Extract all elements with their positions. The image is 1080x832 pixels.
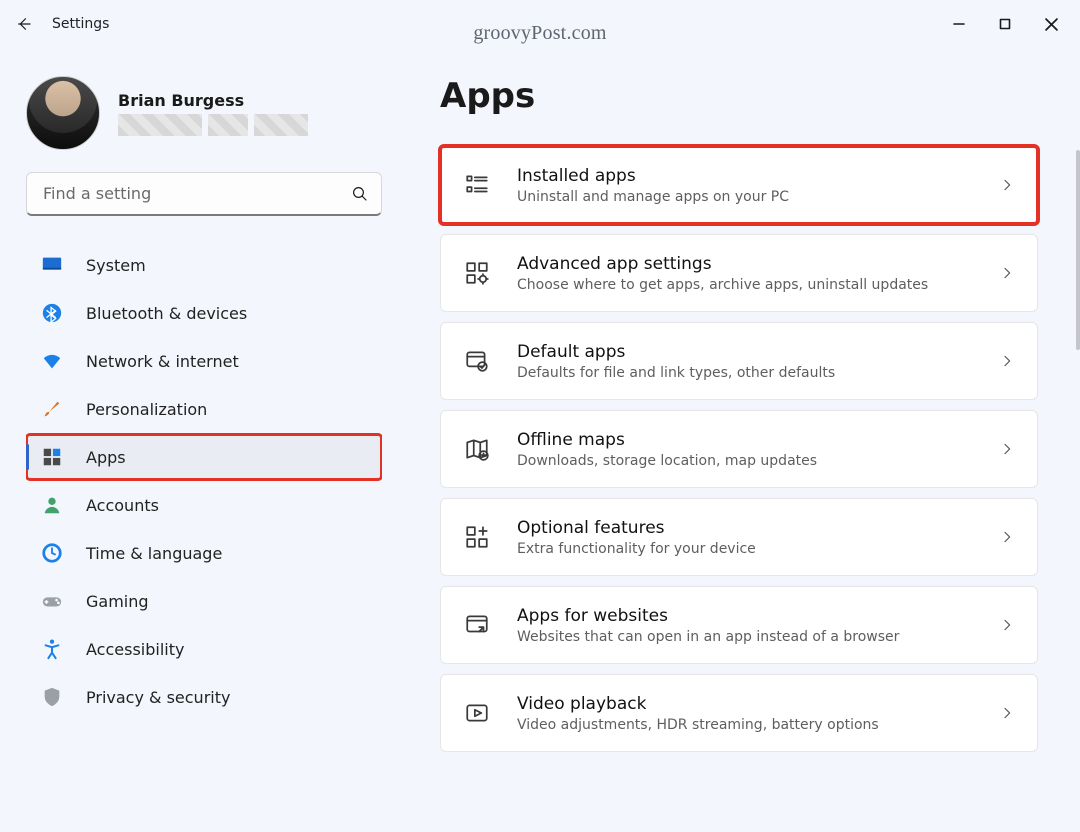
- card-title: Video playback: [517, 694, 973, 714]
- sidebar-item-personalization[interactable]: Personalization: [26, 386, 382, 432]
- video-icon: [463, 699, 491, 727]
- search-box[interactable]: [26, 172, 382, 216]
- window-check-icon: [463, 347, 491, 375]
- map-download-icon: [463, 435, 491, 463]
- accessibility-icon: [40, 637, 64, 661]
- sidebar-item-privacy[interactable]: Privacy & security: [26, 674, 382, 720]
- person-icon: [40, 493, 64, 517]
- card-title: Advanced app settings: [517, 254, 973, 274]
- shield-icon: [40, 685, 64, 709]
- sidebar: Brian Burgess System Bluetooth & devices…: [0, 48, 400, 832]
- card-apps-for-websites[interactable]: Apps for websites Websites that can open…: [440, 586, 1038, 664]
- card-title: Installed apps: [517, 166, 973, 186]
- apps-icon: [40, 445, 64, 469]
- window-link-icon: [463, 611, 491, 639]
- user-header[interactable]: Brian Burgess: [26, 76, 382, 150]
- sidebar-item-accounts[interactable]: Accounts: [26, 482, 382, 528]
- clock-globe-icon: [40, 541, 64, 565]
- search-icon: [351, 185, 369, 203]
- user-name: Brian Burgess: [118, 91, 308, 110]
- wifi-icon: [40, 349, 64, 373]
- card-installed-apps[interactable]: Installed apps Uninstall and manage apps…: [440, 146, 1038, 224]
- card-optional-features[interactable]: Optional features Extra functionality fo…: [440, 498, 1038, 576]
- settings-cards: Installed apps Uninstall and manage apps…: [440, 146, 1046, 752]
- chevron-right-icon: [999, 265, 1015, 281]
- scrollbar[interactable]: [1076, 150, 1080, 350]
- sidebar-item-label: Bluetooth & devices: [86, 304, 247, 323]
- sidebar-item-label: System: [86, 256, 146, 275]
- page-title: Apps: [440, 76, 1046, 116]
- card-title: Default apps: [517, 342, 973, 362]
- card-subtitle: Uninstall and manage apps on your PC: [517, 189, 973, 205]
- bluetooth-icon: [40, 301, 64, 325]
- gamepad-icon: [40, 589, 64, 613]
- sidebar-item-apps[interactable]: Apps: [26, 434, 382, 480]
- sidebar-item-label: Gaming: [86, 592, 149, 611]
- window-title: Settings: [52, 16, 109, 32]
- user-email-redacted: [118, 114, 308, 136]
- display-icon: [40, 253, 64, 277]
- close-button[interactable]: [1028, 8, 1074, 40]
- sidebar-item-label: Accessibility: [86, 640, 184, 659]
- window-controls: [936, 8, 1074, 40]
- sidebar-item-bluetooth[interactable]: Bluetooth & devices: [26, 290, 382, 336]
- minimize-button[interactable]: [936, 8, 982, 40]
- sidebar-item-label: Privacy & security: [86, 688, 230, 707]
- sidebar-item-gaming[interactable]: Gaming: [26, 578, 382, 624]
- card-default-apps[interactable]: Default apps Defaults for file and link …: [440, 322, 1038, 400]
- watermark-text: groovyPost.com: [473, 22, 606, 45]
- avatar: [26, 76, 100, 150]
- content-area: Apps Installed apps Uninstall and manage…: [400, 48, 1080, 832]
- card-subtitle: Downloads, storage location, map updates: [517, 453, 973, 469]
- card-offline-maps[interactable]: Offline maps Downloads, storage location…: [440, 410, 1038, 488]
- card-title: Offline maps: [517, 430, 973, 450]
- list-icon: [463, 171, 491, 199]
- card-title: Optional features: [517, 518, 973, 538]
- card-subtitle: Extra functionality for your device: [517, 541, 973, 557]
- sidebar-item-label: Personalization: [86, 400, 207, 419]
- grid-gear-icon: [463, 259, 491, 287]
- grid-plus-icon: [463, 523, 491, 551]
- maximize-button[interactable]: [982, 8, 1028, 40]
- chevron-right-icon: [999, 353, 1015, 369]
- sidebar-item-system[interactable]: System: [26, 242, 382, 288]
- sidebar-item-time-language[interactable]: Time & language: [26, 530, 382, 576]
- paintbrush-icon: [40, 397, 64, 421]
- chevron-right-icon: [999, 705, 1015, 721]
- card-title: Apps for websites: [517, 606, 973, 626]
- card-video-playback[interactable]: Video playback Video adjustments, HDR st…: [440, 674, 1038, 752]
- card-advanced-app-settings[interactable]: Advanced app settings Choose where to ge…: [440, 234, 1038, 312]
- arrow-left-icon: [15, 15, 33, 33]
- sidebar-item-label: Network & internet: [86, 352, 239, 371]
- sidebar-item-label: Time & language: [86, 544, 222, 563]
- sidebar-item-accessibility[interactable]: Accessibility: [26, 626, 382, 672]
- sidebar-nav: System Bluetooth & devices Network & int…: [26, 242, 382, 740]
- chevron-right-icon: [999, 529, 1015, 545]
- sidebar-item-label: Accounts: [86, 496, 159, 515]
- card-subtitle: Defaults for file and link types, other …: [517, 365, 973, 381]
- sidebar-item-network[interactable]: Network & internet: [26, 338, 382, 384]
- search-input[interactable]: [41, 183, 337, 204]
- sidebar-item-label: Apps: [86, 448, 126, 467]
- chevron-right-icon: [999, 441, 1015, 457]
- card-subtitle: Choose where to get apps, archive apps, …: [517, 277, 973, 293]
- back-button[interactable]: [6, 6, 42, 42]
- card-subtitle: Video adjustments, HDR streaming, batter…: [517, 717, 973, 733]
- chevron-right-icon: [999, 177, 1015, 193]
- chevron-right-icon: [999, 617, 1015, 633]
- card-subtitle: Websites that can open in an app instead…: [517, 629, 973, 645]
